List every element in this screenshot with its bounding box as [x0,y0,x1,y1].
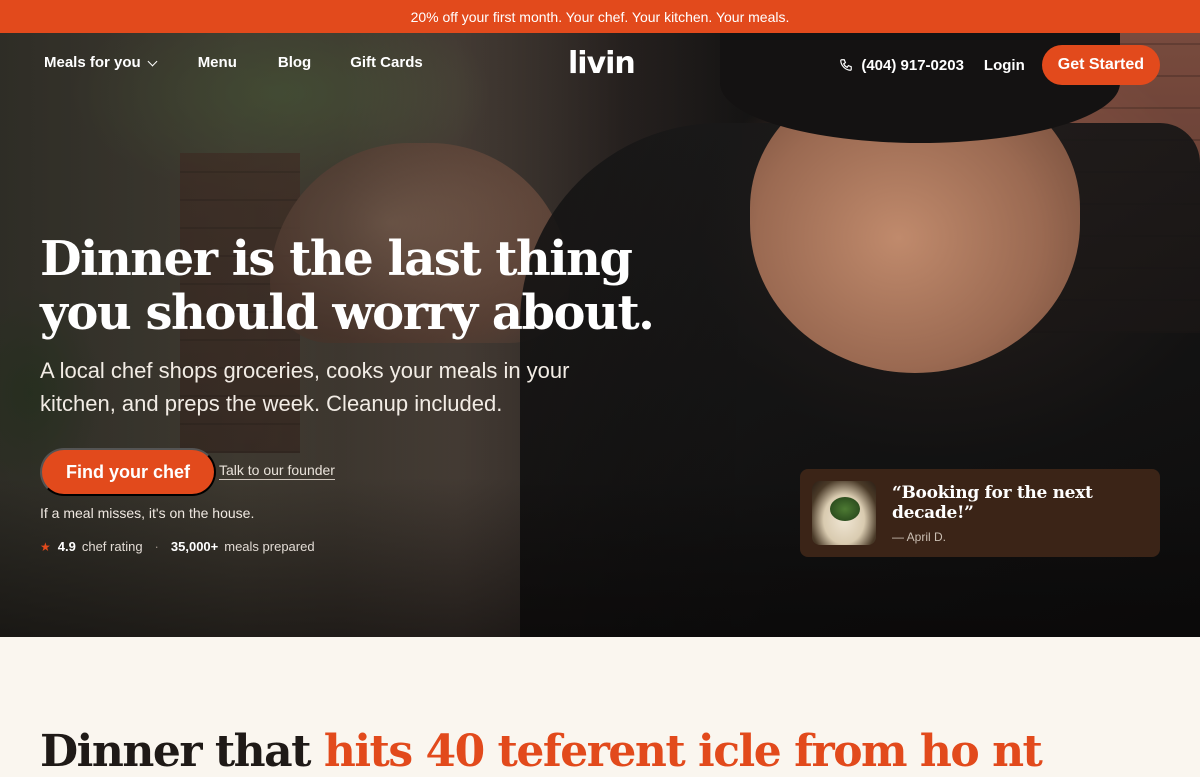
site-logo[interactable]: livin [568,46,636,81]
promo-text: 20% off your first month. Your chef. You… [410,8,790,25]
nav-meals-label: Meals for you [44,54,141,71]
testimonial-quote: “Booking for the next decade!” [892,482,1093,523]
login-link[interactable]: Login [984,57,1025,74]
phone-number: (404) 917-0203 [861,56,964,74]
find-your-chef-button[interactable]: Find your chef [40,448,217,496]
testimonial-card: “Booking for the next decade!” — April D… [800,469,1160,557]
nav-blog[interactable]: Blog [278,54,311,71]
rating-value: 4.9 [57,539,76,554]
hero-stats: ★ 4.9 chef rating · 35,000+ meals prepar… [40,539,315,554]
section-heading-start: Dinner that [40,726,312,777]
testimonial-food-image [812,481,876,545]
testimonial-author: — April D. [892,529,947,544]
guarantee-text: If a meal misses, it's on the house. [40,505,255,521]
nav-meals-for-you[interactable]: Meals for you [44,54,158,71]
rating-label: chef rating [81,539,143,554]
section-heading: Dinner that hits 40 teferent icle from h… [40,726,1043,777]
nav-gift-cards[interactable]: Gift Cards [350,54,423,71]
phone-link[interactable]: (404) 917-0203 [839,57,964,74]
nav-actions: (404) 917-0203 Login Get Started [839,45,1160,85]
separator-dot: · [154,539,159,554]
food-garnish [830,497,860,521]
hero-subhead: A local chef shops groceries, cooks your… [40,358,570,416]
meals-value: 35,000+ [170,539,219,554]
nav-menu[interactable]: Menu [198,54,237,71]
get-started-button[interactable]: Get Started [1041,45,1160,85]
promo-banner: 20% off your first month. Your chef. You… [0,0,1200,33]
testimonial-content: “Booking for the next decade!” — April D… [892,483,1160,544]
talk-to-founder-link[interactable]: Talk to our founder [219,462,335,480]
star-icon: ★ [40,539,51,554]
hero-headline: Dinner is the last thing you should worr… [40,231,655,341]
phone-icon [840,59,853,71]
meals-label: meals prepared [224,539,315,554]
chevron-down-icon [147,56,158,66]
main-nav: Meals for you Menu Blog Gift Cards [44,54,423,71]
section-heading-accent: hits 40 teferent icle from ho nt [323,726,1043,777]
